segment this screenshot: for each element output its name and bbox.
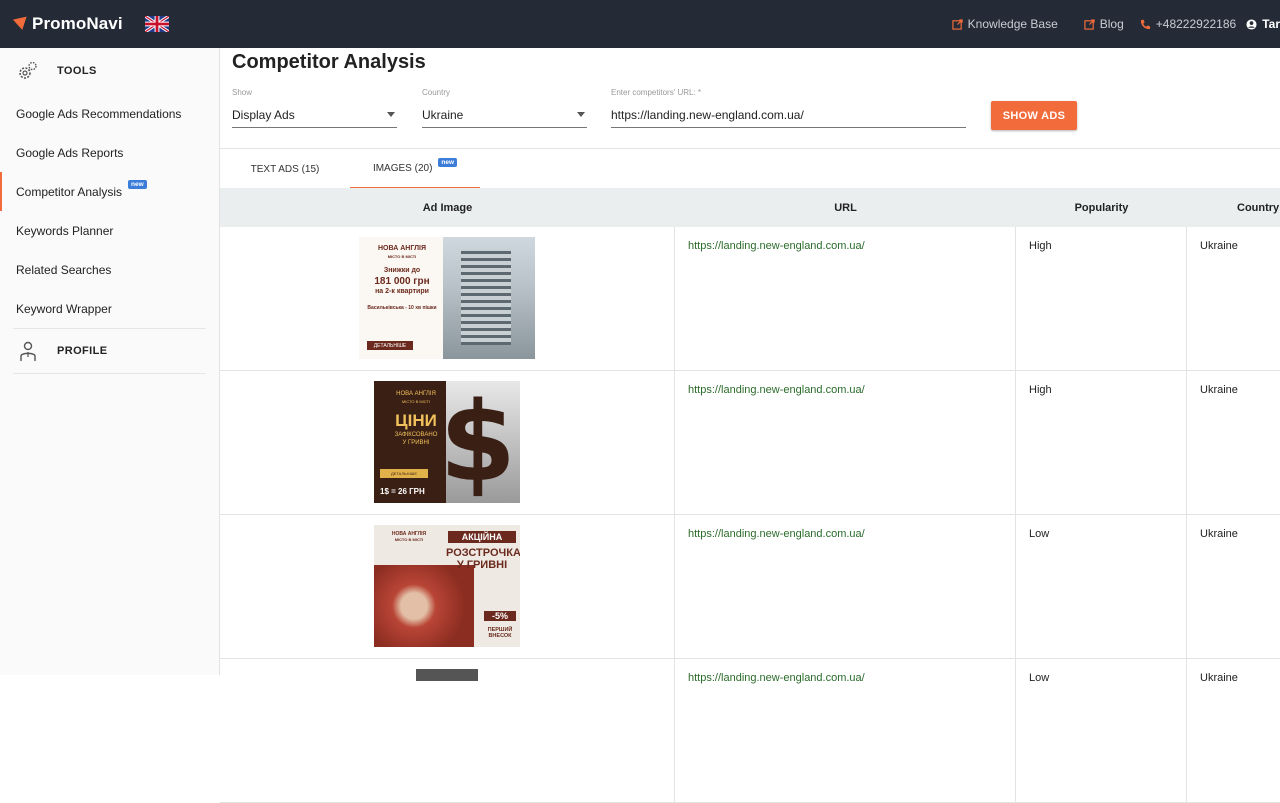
sidebar-item-keywords-planner[interactable]: Keywords Planner [0, 211, 219, 250]
user-menu[interactable]: Tar [1246, 17, 1280, 31]
popularity-cell: Low [1016, 515, 1187, 658]
ad-image[interactable]: НОВА АНГЛІЯ МІСТО В МІСТІ АКЦІЙНА РОЗСТР… [374, 525, 520, 647]
tools-section: TOOLS [13, 48, 206, 94]
ad-brand: НОВА АНГЛІЯ [378, 245, 426, 252]
tabs-bar: TEXT ADS (15) IMAGES (20) new [220, 148, 1280, 189]
popularity-cell: High [1016, 371, 1187, 514]
knowledge-base-link[interactable]: Knowledge Base [951, 17, 1058, 31]
ad-image-cell [220, 659, 675, 802]
phone-link[interactable]: +48222922186 [1140, 17, 1236, 31]
uk-flag-icon[interactable] [144, 16, 169, 32]
competitor-url-value: https://landing.new-england.com.ua/ [611, 107, 804, 122]
ad-image[interactable] [416, 669, 478, 681]
sidebar-item-google-ads-recommendations[interactable]: Google Ads Recommendations [0, 94, 219, 133]
ad-building-photo [443, 237, 535, 359]
ad-image-cell: НОВА АНГЛІЯ МІСТО В МІСТІ Знижки до 181 … [220, 227, 675, 370]
country-value: Ukraine [422, 107, 464, 122]
page-title: Competitor Analysis [232, 51, 426, 73]
country-label: Country [422, 88, 451, 97]
table-row: НОВА АНГЛІЯ МІСТО В МІСТІ Знижки до 181 … [220, 227, 1280, 371]
ad-image[interactable]: $ НОВА АНГЛІЯ МІСТО В МІСТІ ЦІНИ ЗАФІКСО… [374, 381, 520, 503]
popularity-cell: Low [1016, 659, 1187, 802]
main-content: Competitor Analysis Show Display Ads Cou… [220, 48, 1280, 803]
sidebar-item-related-searches[interactable]: Related Searches [0, 250, 219, 289]
promonavi-logo[interactable]: PromoNavi [12, 14, 123, 34]
ad-image-cell: $ НОВА АНГЛІЯ МІСТО В МІСТІ ЦІНИ ЗАФІКСО… [220, 371, 675, 514]
logo-mark-icon [12, 16, 30, 32]
col-country[interactable]: Country [1187, 188, 1280, 227]
sidebar-item-google-ads-reports[interactable]: Google Ads Reports [0, 133, 219, 172]
profile-section[interactable]: PROFILE [13, 328, 206, 374]
show-select[interactable]: Show Display Ads [232, 88, 397, 128]
ad-people-photo [374, 565, 474, 647]
sidebar-item-keyword-wrapper[interactable]: Keyword Wrapper [0, 289, 219, 328]
caret-down-icon [577, 112, 585, 117]
new-badge: new [438, 157, 458, 167]
competitor-url-label: Enter competitors' URL: * [611, 88, 702, 97]
ad-details-button: ДЕТАЛЬНІШЕ [367, 341, 413, 350]
table-row: НОВА АНГЛІЯ МІСТО В МІСТІ АКЦІЙНА РОЗСТР… [220, 515, 1280, 659]
col-ad-image[interactable]: Ad Image [220, 188, 675, 227]
ad-image-cell: НОВА АНГЛІЯ МІСТО В МІСТІ АКЦІЙНА РОЗСТР… [220, 515, 675, 658]
phone-icon [1140, 19, 1151, 30]
show-value: Display Ads [232, 107, 295, 122]
table-body: НОВА АНГЛІЯ МІСТО В МІСТІ Знижки до 181 … [220, 227, 1280, 803]
ad-details-button: ДЕТАЛЬНІШЕ [380, 469, 428, 478]
tab-text-ads[interactable]: TEXT ADS (15) [220, 149, 350, 189]
gears-icon [17, 60, 39, 82]
country-select[interactable]: Country Ukraine [422, 88, 587, 128]
top-nav: Knowledge Base Blog +48222922186 Tar [926, 0, 1280, 48]
table-row: https://landing.new-england.com.ua/ Low … [220, 659, 1280, 803]
sidebar-item-competitor-analysis[interactable]: Competitor Analysis new [0, 172, 219, 211]
col-url[interactable]: URL [675, 188, 1016, 227]
ad-brand: НОВА АНГЛІЯ [396, 391, 436, 397]
country-cell: Ukraine [1200, 240, 1238, 252]
top-bar: PromoNavi Knowledge Base Blog +482229221… [0, 0, 1280, 48]
url-cell[interactable]: https://landing.new-england.com.ua/ [675, 659, 1016, 802]
blog-link[interactable]: Blog [1084, 17, 1124, 31]
external-link-icon [951, 18, 963, 30]
competitor-url-input[interactable]: Enter competitors' URL: * https://landin… [611, 88, 966, 128]
sidebar: TOOLS Google Ads Recommendations Google … [0, 48, 220, 675]
url-cell[interactable]: https://landing.new-england.com.ua/ [675, 227, 1016, 370]
brand-name: PromoNavi [32, 14, 123, 33]
popularity-cell: High [1016, 227, 1187, 370]
country-cell: Ukraine [1200, 384, 1238, 396]
url-cell[interactable]: https://landing.new-england.com.ua/ [675, 515, 1016, 658]
table-row: $ НОВА АНГЛІЯ МІСТО В МІСТІ ЦІНИ ЗАФІКСО… [220, 371, 1280, 515]
col-popularity[interactable]: Popularity [1016, 188, 1187, 227]
country-cell: Ukraine [1200, 528, 1238, 540]
profile-icon [17, 340, 39, 362]
table-header: Ad Image URL Popularity Country [220, 188, 1280, 227]
user-icon [1246, 18, 1257, 30]
external-link-icon [1084, 18, 1095, 30]
show-label: Show [232, 88, 253, 97]
url-cell[interactable]: https://landing.new-england.com.ua/ [675, 371, 1016, 514]
caret-down-icon [387, 112, 395, 117]
tab-images[interactable]: IMAGES (20) new [350, 149, 480, 189]
show-ads-button[interactable]: SHOW ADS [991, 101, 1077, 130]
ad-image[interactable]: НОВА АНГЛІЯ МІСТО В МІСТІ Знижки до 181 … [359, 237, 535, 359]
new-badge: new [128, 180, 147, 189]
country-cell: Ukraine [1200, 672, 1238, 684]
